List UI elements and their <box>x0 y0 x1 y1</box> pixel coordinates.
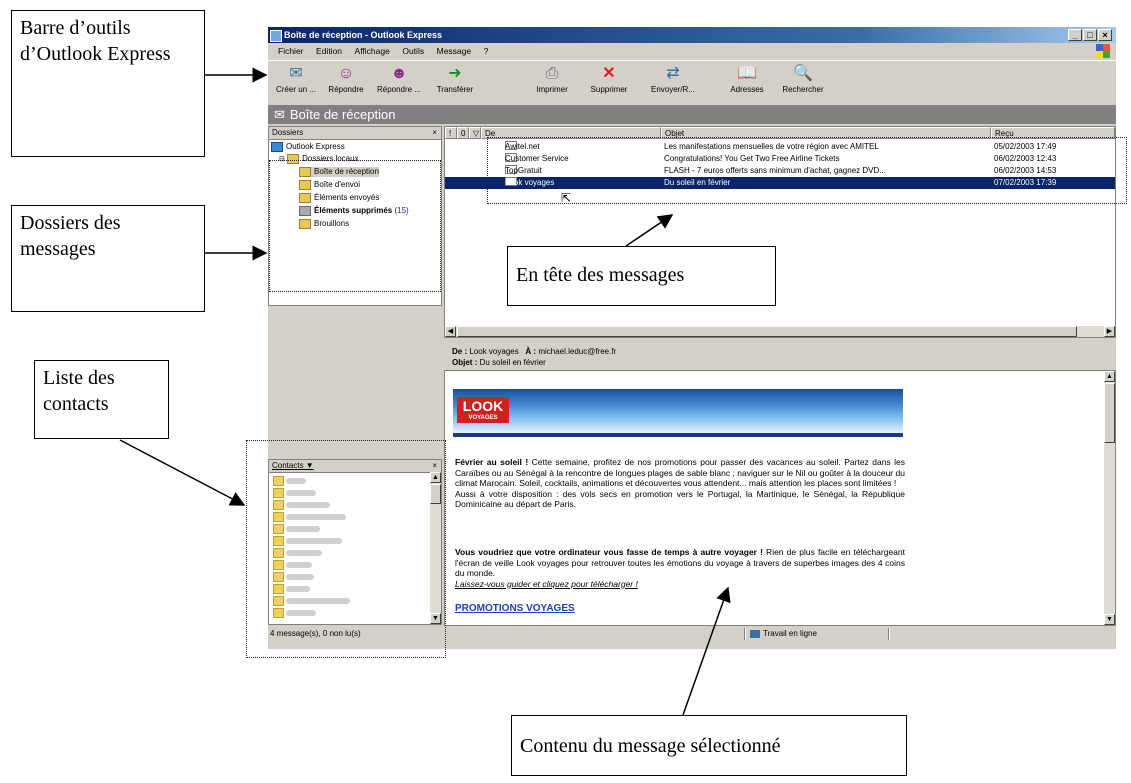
arrow-contacts <box>119 439 246 506</box>
arrow-content <box>682 586 731 716</box>
arrow-headers <box>625 214 674 247</box>
annotation-arrows <box>119 67 731 716</box>
